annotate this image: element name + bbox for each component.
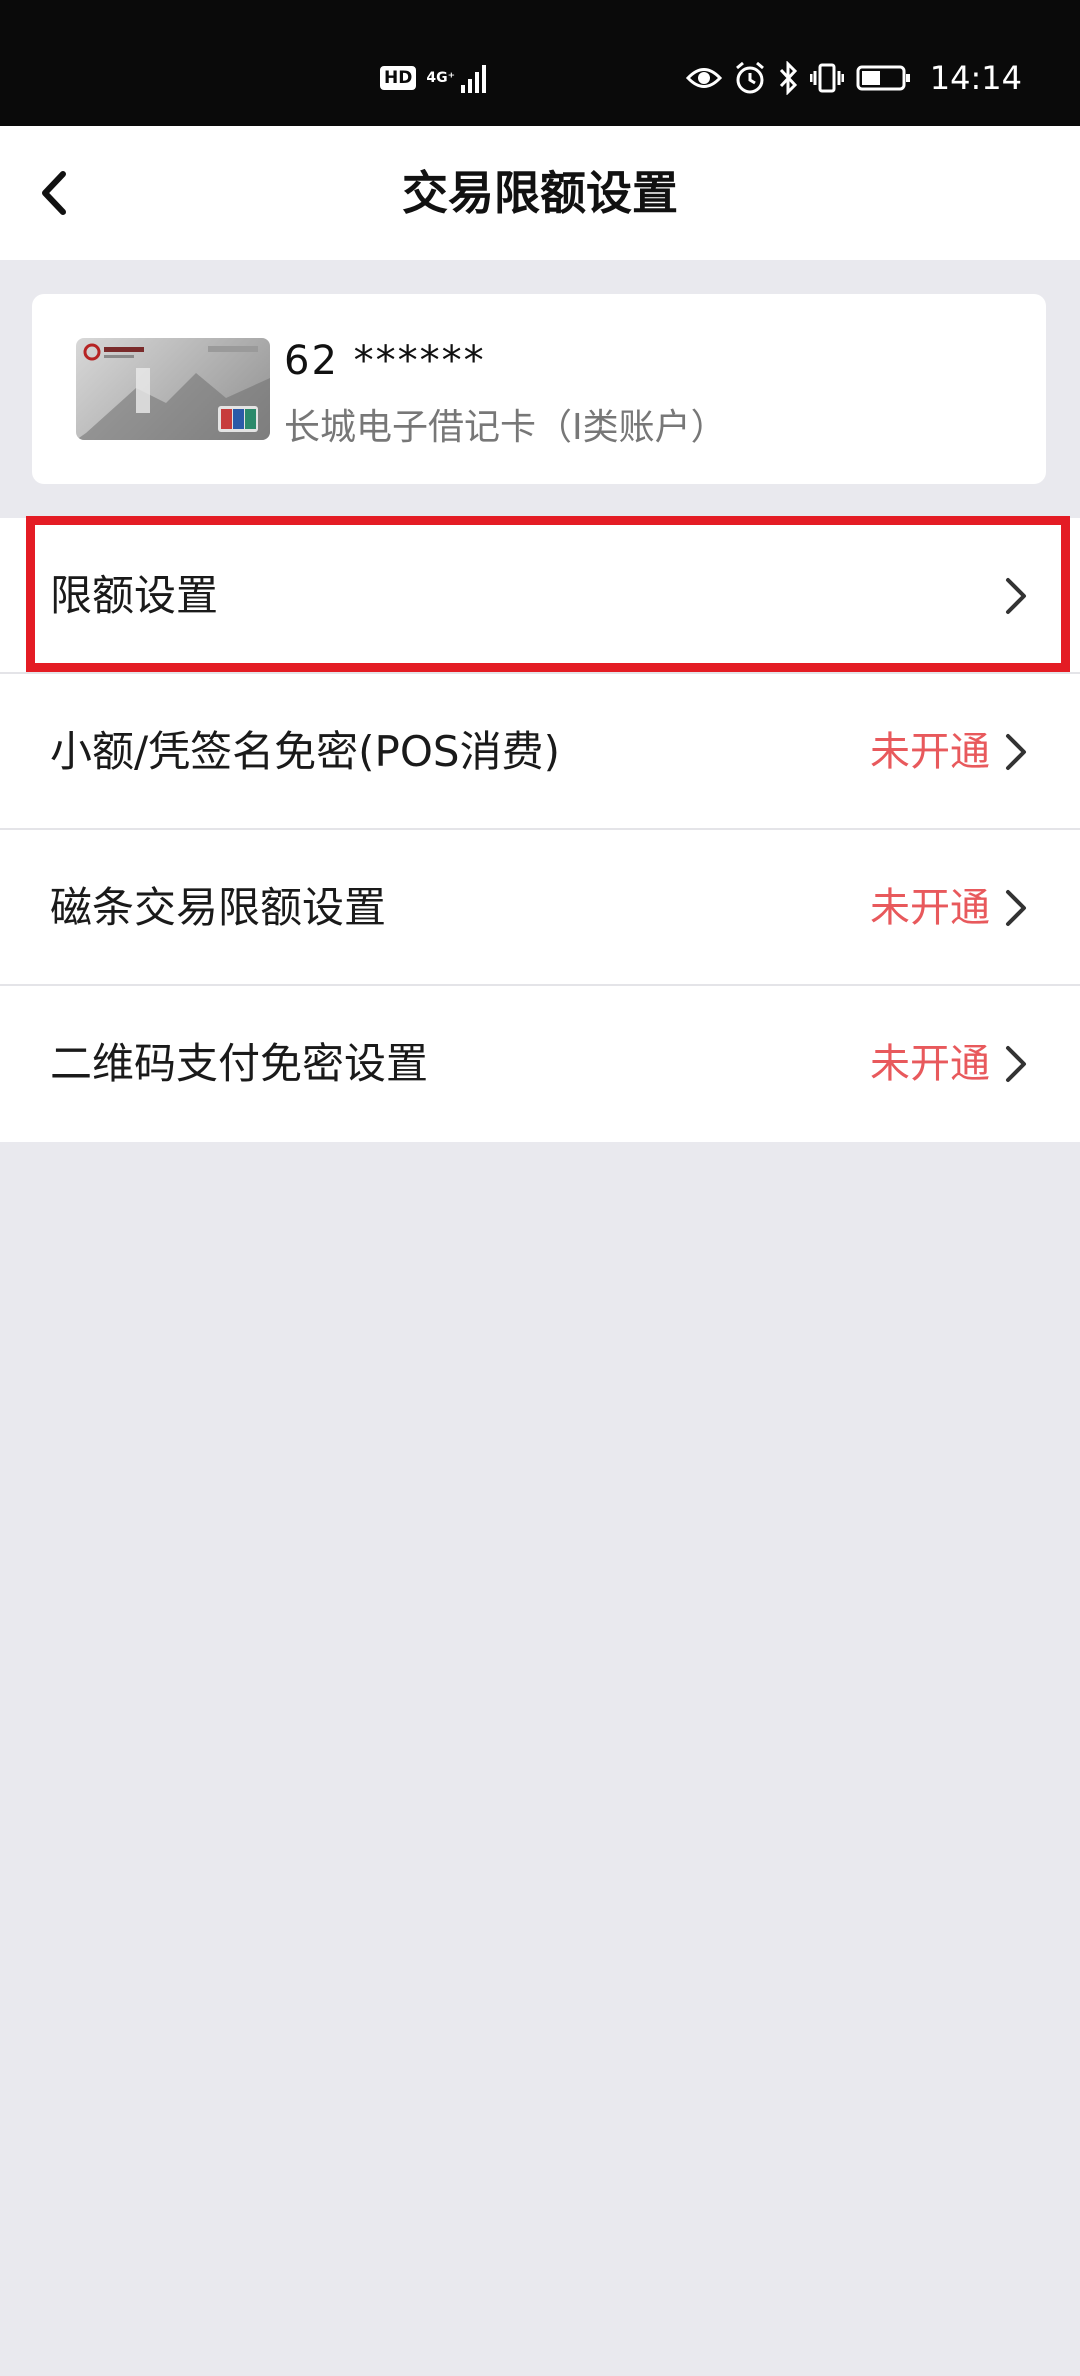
qr-payment-item[interactable]: 二维码支付免密设置 未开通 [0, 986, 1080, 1142]
vibrate-icon [809, 63, 844, 93]
network-type: 4G⁺ [426, 70, 455, 86]
status-bar-left: HD 4G⁺ [380, 60, 489, 96]
hd-badge: HD [380, 66, 417, 90]
menu-item-status: 未开通 [870, 729, 990, 775]
menu-item-label: 小额/凭签名免密(POS消费) [50, 727, 560, 776]
chevron-right-icon [1006, 578, 1026, 614]
chevron-left-icon [42, 171, 66, 215]
eye-icon [685, 68, 722, 88]
settings-list: 限额设置 小额/凭签名免密(POS消费) 未开通 磁条交易限额设置 未开通 二维… [0, 518, 1080, 1142]
battery-icon [856, 65, 910, 91]
header: 交易限额设置 [0, 126, 1080, 260]
card-number: 62 ****** [284, 338, 486, 384]
menu-item-label: 二维码支付免密设置 [50, 1039, 429, 1088]
menu-item-label: 磁条交易限额设置 [50, 883, 387, 932]
page-title: 交易限额设置 [402, 166, 678, 220]
bluetooth-icon [779, 61, 797, 95]
card-name: 长城电子借记卡（I类账户） [284, 407, 727, 448]
alarm-icon [735, 61, 764, 94]
status-bar: HD 4G⁺ 14:14 [0, 0, 1080, 126]
status-bar-right: 14:14 [685, 56, 1022, 100]
menu-item-label: 限额设置 [50, 571, 219, 620]
signal-icon [460, 65, 486, 93]
clock: 14:14 [929, 59, 1022, 97]
chevron-right-icon [1006, 734, 1026, 770]
back-button[interactable] [20, 159, 88, 227]
magstripe-limit-item[interactable]: 磁条交易限额设置 未开通 [0, 830, 1080, 986]
limit-settings-item[interactable]: 限额设置 [0, 518, 1080, 674]
chevron-right-icon [1006, 1046, 1026, 1082]
chevron-right-icon [1006, 890, 1026, 926]
menu-item-status: 未开通 [870, 1041, 990, 1087]
account-card[interactable]: 62 ****** 长城电子借记卡（I类账户） [32, 294, 1046, 484]
debit-card-image [76, 338, 270, 440]
small-amount-pos-item[interactable]: 小额/凭签名免密(POS消费) 未开通 [0, 674, 1080, 830]
menu-item-status: 未开通 [870, 885, 990, 931]
